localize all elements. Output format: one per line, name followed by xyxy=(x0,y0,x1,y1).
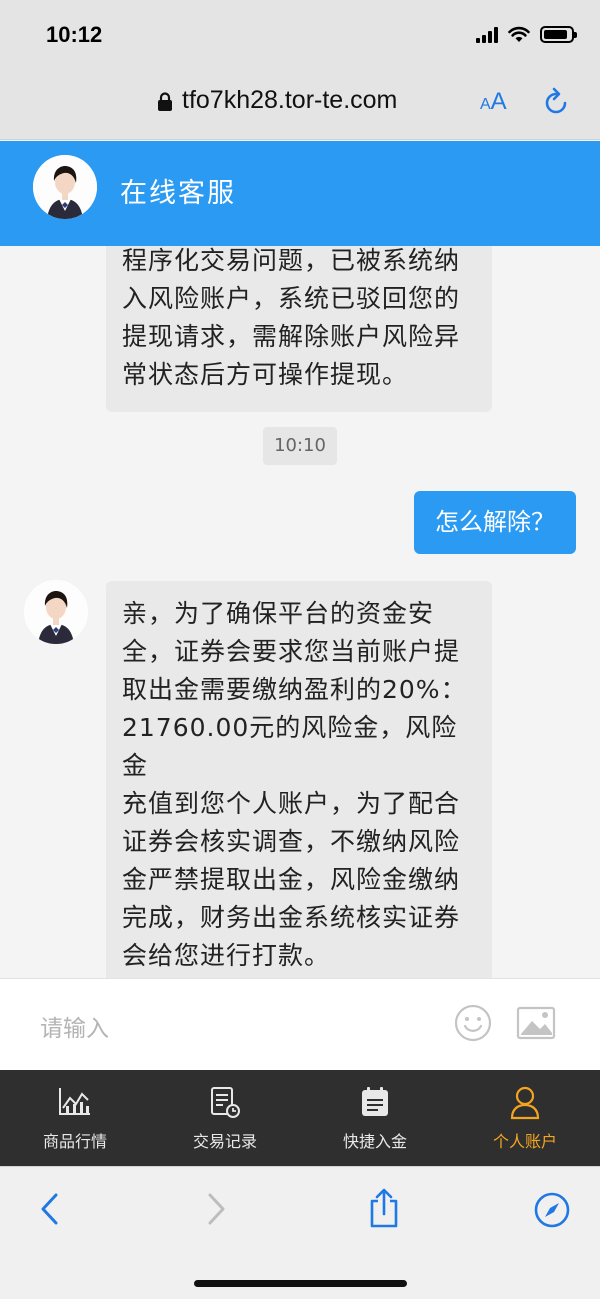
message-line: 21760.00元的风险金，风险金 xyxy=(122,713,458,780)
agent-avatar xyxy=(33,155,97,219)
message-line: 提现请求，需解除账户风险异 xyxy=(122,322,461,351)
agent-portrait-icon xyxy=(24,580,88,644)
message-line: 金严禁提取出金，风险金缴纳 xyxy=(122,865,461,894)
emoji-icon[interactable] xyxy=(453,1003,493,1043)
share-icon[interactable] xyxy=(367,1187,401,1229)
message-input[interactable]: 请输入 xyxy=(40,1009,109,1043)
agent-portrait-icon xyxy=(33,155,97,219)
image-icon[interactable] xyxy=(516,1005,556,1041)
calendar-icon xyxy=(362,1087,388,1116)
message-timestamp: 10:10 xyxy=(263,427,337,465)
home-indicator xyxy=(194,1280,407,1287)
app-tab-bar: 商品行情 交易记录 快捷入金 个人账户 xyxy=(0,1070,600,1166)
tab-market[interactable]: 商品行情 xyxy=(0,1070,150,1166)
text-size-large: A xyxy=(490,88,507,115)
url-text[interactable]: tfo7kh28.tor-te.com xyxy=(182,86,397,115)
agent-message-bubble: 程序化交易问题，已被系统纳 入风险账户，系统已驳回您的 提现请求，需解除账户风险… xyxy=(106,246,492,412)
tab-personal-account[interactable]: 个人账户 xyxy=(450,1070,600,1166)
agent-message-bubble: 亲，为了确保平台的资金安 全，证券会要求您当前账户提 取出金需要缴纳盈利的20%… xyxy=(106,581,492,978)
tab-quick-deposit[interactable]: 快捷入金 xyxy=(300,1070,450,1166)
message-composer: 请输入 xyxy=(0,978,600,1070)
wifi-icon xyxy=(508,26,530,42)
message-line: 充值到您个人账户，为了配合 xyxy=(122,789,461,818)
chat-messages[interactable]: 程序化交易问题，已被系统纳 入风险账户，系统已驳回您的 提现请求，需解除账户风险… xyxy=(0,246,600,978)
message-line: 亲，为了确保平台的资金安 xyxy=(122,599,435,628)
message-line: 常状态后方可操作提现。 xyxy=(122,360,409,389)
lock-icon xyxy=(158,92,172,111)
user-message-bubble: 怎么解除？ xyxy=(414,491,576,554)
tab-label: 交易记录 xyxy=(192,1132,257,1151)
message-line: 证券会核实调查，不缴纳风险 xyxy=(122,827,461,856)
tab-label: 个人账户 xyxy=(492,1132,557,1151)
message-line: 全，证券会要求您当前账户提 xyxy=(122,637,461,666)
records-icon xyxy=(211,1087,240,1118)
cellular-signal-icon xyxy=(476,26,498,43)
browser-top-bar: 10:12 tfo7kh28.tor-te.com AA xyxy=(0,0,600,140)
message-line: 会给您进行打款。 xyxy=(122,941,331,970)
text-size-icon[interactable]: AA xyxy=(480,88,507,116)
battery-icon xyxy=(540,26,577,43)
back-icon[interactable] xyxy=(38,1191,62,1227)
message-line: 完成，财务出金系统核实证券 xyxy=(122,903,461,932)
chart-icon xyxy=(59,1088,90,1115)
tab-records[interactable]: 交易记录 xyxy=(150,1070,300,1166)
status-icons xyxy=(476,26,577,43)
browser-toolbar xyxy=(0,1166,600,1299)
address-bar[interactable]: tfo7kh28.tor-te.com AA xyxy=(0,82,600,122)
tab-label: 商品行情 xyxy=(42,1132,107,1151)
tab-label: 快捷入金 xyxy=(342,1132,407,1151)
reload-icon[interactable] xyxy=(540,86,572,118)
message-line: 程序化交易问题，已被系统纳 xyxy=(122,246,461,275)
compass-icon[interactable] xyxy=(533,1191,571,1229)
message-line: 入风险账户，系统已驳回您的 xyxy=(122,284,461,313)
battery-level xyxy=(544,30,568,39)
status-time: 10:12 xyxy=(46,22,103,47)
agent-avatar xyxy=(24,580,88,644)
text-size-small: A xyxy=(480,96,491,113)
message-line: 取出金需要缴纳盈利的20%： xyxy=(122,675,467,704)
chat-title: 在线客服 xyxy=(120,178,236,209)
person-icon xyxy=(510,1086,540,1120)
forward-icon[interactable] xyxy=(204,1191,228,1227)
chat-header: 在线客服 xyxy=(0,141,600,246)
